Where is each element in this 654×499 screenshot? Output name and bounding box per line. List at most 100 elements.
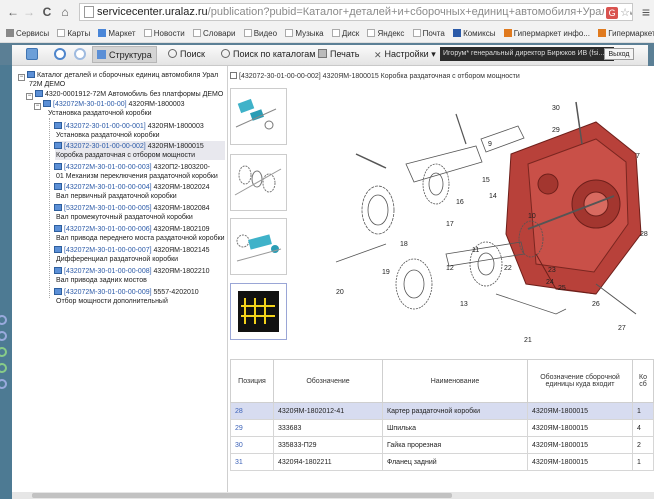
tree-item[interactable]: [432072-30-01-00-00-001] 4320ЯМ-1800003 xyxy=(54,122,204,131)
extension-icon[interactable]: G xyxy=(606,7,619,19)
horizontal-scrollbar[interactable] xyxy=(12,492,654,499)
col-header-quantity-line1: Ко xyxy=(639,374,647,381)
app-toolbar: Структура Поиск Поиск по каталогам Печат… xyxy=(12,45,648,66)
tree-item-code: [532072М-30-01-00-00-005] xyxy=(64,205,152,212)
bookmark-maps[interactable]: Карты xyxy=(57,26,90,42)
back-circle-icon[interactable] xyxy=(54,48,66,60)
back-arrow-icon[interactable]: ← xyxy=(6,5,20,19)
tree-item[interactable]: [432072М-30-01-00-00-007] 4320ЯМ-1802145 xyxy=(54,246,210,255)
thumbnail-2[interactable] xyxy=(230,154,287,211)
cell-quantity: 2 xyxy=(632,436,654,454)
col-header-position[interactable]: Позиция xyxy=(230,359,274,403)
bookmark-label: Маркет xyxy=(108,29,136,38)
callout-label: 9 xyxy=(488,141,492,148)
tree-item[interactable]: [432072М-30-01-00-00-004] 4320ЯМ-1802024 xyxy=(54,183,210,192)
bookmark-music[interactable]: Музыка xyxy=(285,26,324,42)
bookmark-services[interactable]: Сервисы xyxy=(6,26,49,42)
thumbnail-1[interactable] xyxy=(230,88,287,145)
search-button[interactable]: Поиск xyxy=(164,46,209,63)
forward-arrow-icon[interactable]: → xyxy=(22,5,36,19)
bookmark-label: Музыка xyxy=(295,29,324,38)
scrollbar-thumb[interactable] xyxy=(32,493,452,498)
main-panel: [432072-30-01-00-00-002] 4320ЯМ-1800015 … xyxy=(228,66,654,492)
catalog-search-button[interactable]: Поиск по каталогам xyxy=(217,46,319,63)
tree-item-selected[interactable]: [432072-30-01-00-00-002] 4320ЯМ-1800015 xyxy=(54,142,204,151)
bookmark-label: Новости xyxy=(153,29,185,38)
bookmark-market[interactable]: Маркет xyxy=(98,26,136,42)
cell-designation: 4320ЯМ-1802012-41 xyxy=(273,402,383,420)
settings-label: Настройки xyxy=(384,49,429,59)
col-header-quantity[interactable]: Ко сб xyxy=(632,359,654,403)
print-button[interactable]: Печать xyxy=(314,46,363,63)
tree-item[interactable]: [432072М-30-01-00-00-008] 4320ЯМ-1802210 xyxy=(54,267,210,276)
tree-item[interactable]: [532072М-30-01-00-00-005] 4320ЯМ-1802084 xyxy=(54,204,210,213)
forward-circle-icon[interactable] xyxy=(74,48,86,60)
table-row[interactable]: 28 4320ЯМ-1802012-41 Картер раздаточной … xyxy=(230,402,654,420)
bookmark-mail[interactable]: Почта xyxy=(412,26,445,42)
table-row[interactable]: 30 335833-П29 Гайка прорезная 4320ЯМ-180… xyxy=(230,436,654,454)
bookmark-dictionaries[interactable]: Словари xyxy=(192,26,235,42)
market-icon xyxy=(98,29,107,37)
callout-label: 21 xyxy=(524,337,532,344)
cell-assembly: 4320ЯМ-1800015 xyxy=(527,436,633,454)
search-icon xyxy=(221,49,230,58)
tree-item[interactable]: [432072М-30-01-00-00-009] 5557-4202010 xyxy=(54,288,199,297)
col-header-designation[interactable]: Обозначение xyxy=(273,359,383,403)
home-icon[interactable]: ⌂ xyxy=(58,5,72,19)
table-row[interactable]: 29 333683 Шпилька 4320ЯМ-1800015 4 xyxy=(230,419,654,437)
tab-structure[interactable]: Структура xyxy=(92,46,157,63)
page-icon xyxy=(367,29,376,37)
tree-item-name: Вал привода переднего моста раздаточной … xyxy=(56,235,225,242)
collapse-icon[interactable]: − xyxy=(18,74,25,81)
cell-designation: 335833-П29 xyxy=(273,436,383,454)
table-header-row: Позиция Обозначение Наименование Обознач… xyxy=(230,359,654,403)
bookmark-disk[interactable]: Диск xyxy=(331,26,359,42)
tree-item-name: Вал промежуточный раздаточной коробки xyxy=(56,214,193,221)
bookmark-video[interactable]: Видео xyxy=(243,26,277,42)
bookmark-star-icon[interactable]: ☆ xyxy=(620,7,630,19)
tree-item[interactable]: [432072М-30-01-00-00-006] 4320ЯМ-1802109 xyxy=(54,225,210,234)
tree-item-part: 4320ЯМ-1802109 xyxy=(153,226,210,233)
callout-label: 22 xyxy=(504,265,512,272)
bookmark-comics[interactable]: Комиксы xyxy=(453,26,495,42)
col-header-name[interactable]: Наименование xyxy=(382,359,528,403)
col-header-assembly[interactable]: Обозначение сборочной единицы куда входи… xyxy=(527,359,633,403)
cell-quantity: 1 xyxy=(632,453,654,471)
thumbnail-drawing xyxy=(235,98,277,130)
tree-item-part: 4320ЯМ-1802084 xyxy=(153,205,210,212)
bookmark-news[interactable]: Новости xyxy=(143,26,185,42)
browser-menu-icon[interactable]: ≡ xyxy=(642,5,650,19)
thumbnail-4-selected[interactable] xyxy=(230,283,287,340)
collapse-icon[interactable]: − xyxy=(34,103,41,110)
bookmark-hypermarket-1[interactable]: Гипермаркет инфо... xyxy=(503,26,590,42)
cell-position: 28 xyxy=(230,402,274,420)
callout-label: 16 xyxy=(456,199,464,206)
url-input[interactable]: servicecenter.uralaz.ru/publication?pubi… xyxy=(79,3,633,21)
page-icon xyxy=(84,6,94,18)
url-path: /publication?pubid=Каталог+деталей+и+сбо… xyxy=(207,6,632,18)
cell-position: 29 xyxy=(230,419,274,437)
bookmark-hypermarket-2[interactable]: Гипермаркет инфо... xyxy=(598,26,654,42)
parts-table: Позиция Обозначение Наименование Обознач… xyxy=(230,359,654,471)
settings-button[interactable]: ✕ Настройки ▾ xyxy=(370,46,440,63)
tree-model[interactable]: − 4320-0001912-72М Автомобиль без платфор… xyxy=(26,90,223,100)
tree-item-code: [432072М-30-01-00-00-009] xyxy=(64,289,152,296)
tree-item-name: Вал первичный раздаточной коробки xyxy=(56,193,177,200)
page-icon xyxy=(57,29,66,37)
catalog-icon[interactable] xyxy=(26,48,38,60)
search-icon xyxy=(168,49,177,58)
reload-icon[interactable]: C xyxy=(40,5,54,19)
tab-structure-label: Структура xyxy=(109,50,152,60)
exit-button[interactable]: Выход xyxy=(604,48,634,60)
tree-item[interactable]: [432072М-30-01-00-00-003] 4320П2-1803200… xyxy=(54,163,210,172)
tree-item-name: Установка раздаточной коробки xyxy=(56,132,160,139)
callout-label: 13 xyxy=(460,301,468,308)
tree-group-part: 4320ЯМ-1800003 xyxy=(128,101,185,108)
tree-item-code: [432072-30-01-00-00-002] xyxy=(64,143,146,150)
bookmark-label: Почта xyxy=(422,29,445,38)
folder-icon xyxy=(43,100,51,107)
table-row[interactable]: 31 4320Я4-1802211 Фланец задний 4320ЯМ-1… xyxy=(230,453,654,471)
collapse-icon[interactable]: − xyxy=(26,93,33,100)
thumbnail-3[interactable] xyxy=(230,218,287,275)
bookmark-yandex[interactable]: Яндекс xyxy=(367,26,404,42)
